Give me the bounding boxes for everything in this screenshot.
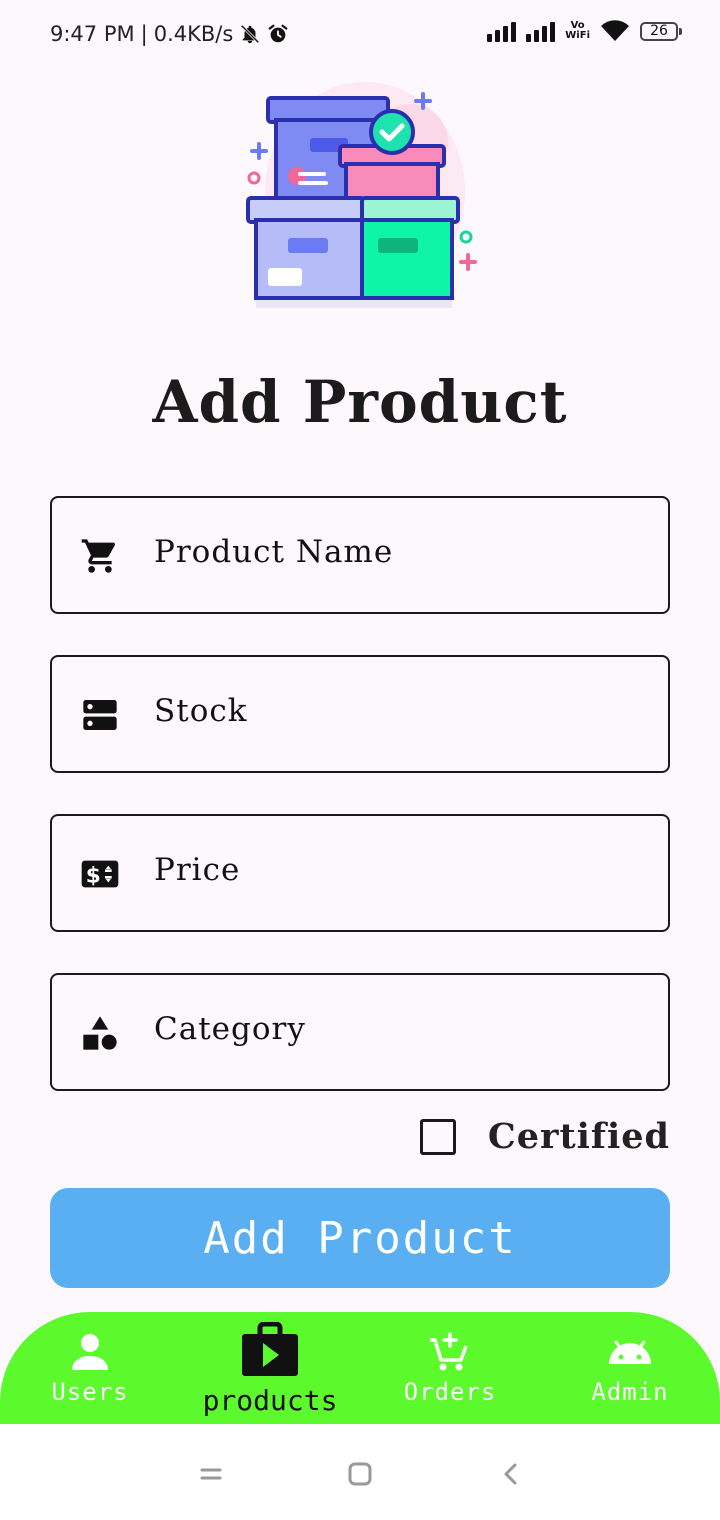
nav-label-users: Users	[51, 1378, 129, 1406]
wifi-icon	[601, 20, 629, 41]
cart-icon	[81, 539, 115, 573]
person-icon	[72, 1334, 108, 1370]
add-product-button[interactable]: Add Product	[50, 1188, 670, 1288]
status-net-speed: 0.4KB/s	[153, 22, 234, 46]
nav-item-products[interactable]: products	[180, 1312, 360, 1424]
nav-item-users[interactable]: Users	[0, 1312, 180, 1424]
storage-icon	[83, 700, 117, 730]
status-bar: 9:47 PM | 0.4KB/s Vo WiFi 26	[0, 0, 720, 70]
add-cart-icon	[430, 1332, 468, 1371]
nav-label-admin: Admin	[591, 1378, 669, 1406]
nav-item-admin[interactable]: Admin	[540, 1312, 720, 1424]
page-title: Add Product	[152, 368, 568, 436]
battery-icon: 26	[640, 21, 682, 41]
price-tag-icon: $	[81, 860, 119, 888]
android-icon	[609, 1340, 651, 1364]
battery-level: 26	[650, 22, 668, 39]
alarm-icon	[268, 24, 288, 43]
svg-text:$: $	[86, 863, 101, 888]
product-name-field[interactable]: Product Name	[50, 496, 670, 614]
certified-label: Certified	[487, 1116, 670, 1157]
status-time: 9:47 PM	[50, 22, 135, 46]
price-label: Price	[154, 852, 241, 888]
nav-label-products: products	[202, 1384, 338, 1417]
system-nav-bar	[0, 1424, 720, 1520]
status-separator: |	[140, 22, 148, 46]
product-name-label: Product Name	[154, 534, 394, 570]
category-label: Category	[154, 1011, 306, 1047]
signal-icon	[487, 20, 517, 42]
stock-label: Stock	[154, 693, 248, 729]
category-field[interactable]: Category	[50, 973, 670, 1091]
status-left: 9:47 PM | 0.4KB/s	[50, 22, 289, 46]
vowifi-bottom: WiFi	[565, 30, 590, 41]
signal-icon	[526, 20, 556, 42]
category-shapes-icon	[83, 1016, 117, 1050]
price-field[interactable]: $ Price	[50, 814, 670, 932]
nav-item-orders[interactable]: Orders	[360, 1312, 540, 1424]
shop-play-icon	[242, 1322, 298, 1376]
stock-field[interactable]: Stock	[50, 655, 670, 773]
status-right: Vo WiFi 26	[487, 20, 682, 42]
home-icon[interactable]	[346, 1460, 374, 1488]
app-screen: 9:47 PM | 0.4KB/s Vo WiFi 26 Add Product…	[0, 0, 720, 1520]
menu-icon[interactable]	[197, 1460, 225, 1488]
back-icon[interactable]	[497, 1460, 525, 1488]
vowifi-indicator: Vo WiFi	[565, 21, 590, 41]
certified-checkbox[interactable]	[419, 1118, 456, 1155]
bell-off-icon	[241, 24, 260, 44]
boxes-illustration	[246, 82, 477, 308]
certified-row: Certified	[419, 1116, 670, 1157]
bottom-nav: Users products Orders Admin	[0, 1312, 720, 1424]
nav-label-orders: Orders	[403, 1378, 497, 1406]
